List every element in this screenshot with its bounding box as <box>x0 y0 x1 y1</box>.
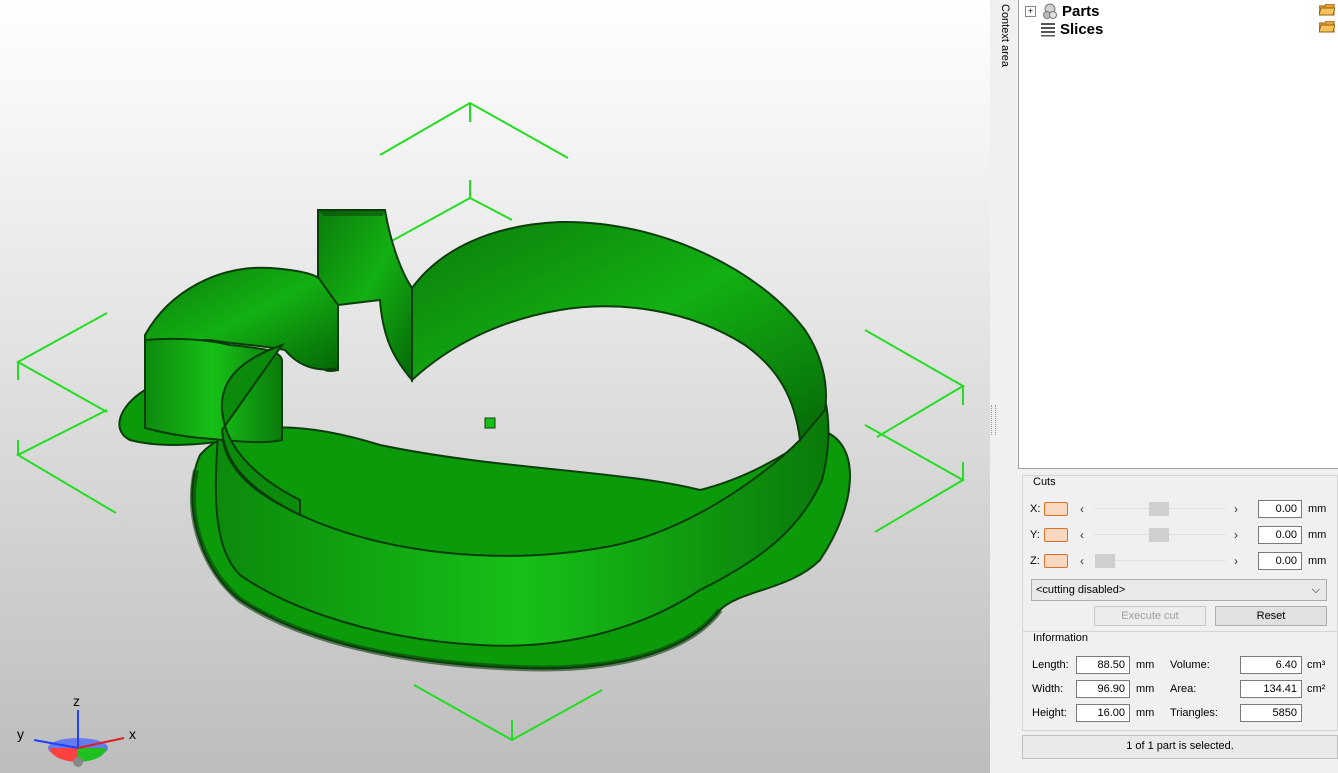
open-folder-icon[interactable] <box>1319 4 1335 16</box>
slider-thumb[interactable] <box>1095 554 1115 568</box>
chevron-right-icon[interactable]: › <box>1234 553 1238 569</box>
length-label: Length: <box>1032 659 1069 671</box>
volume-label: Volume: <box>1170 659 1210 671</box>
axis-label: X: <box>1030 503 1041 515</box>
slider-thumb[interactable] <box>1149 502 1169 516</box>
volume-value: 6.40 <box>1240 656 1302 674</box>
tree-item-label: Slices <box>1060 20 1104 38</box>
cutter-back-wall <box>411 220 827 443</box>
expand-icon[interactable]: + <box>1025 5 1036 17</box>
3d-viewport[interactable]: z x y <box>0 0 990 773</box>
parts-icon <box>1043 3 1057 19</box>
slider-thumb[interactable] <box>1149 528 1169 542</box>
information-title: Information <box>1030 632 1092 644</box>
height-unit: mm <box>1136 707 1155 719</box>
length-unit: mm <box>1136 659 1155 671</box>
triangles-label: Triangles: <box>1170 707 1218 719</box>
context-area-tab[interactable]: Context area <box>996 0 1018 773</box>
model-view: z x y <box>15 101 966 767</box>
length-value: 88.50 <box>1076 656 1130 674</box>
x-color-swatch[interactable] <box>1044 502 1068 516</box>
cutting-mode-select[interactable]: <cutting disabled> ⌵ <box>1031 579 1327 601</box>
area-label: Area: <box>1170 683 1197 695</box>
z-slider[interactable]: ‹ › <box>1080 553 1240 569</box>
tree-item-slices[interactable]: Slices <box>1040 20 1103 38</box>
height-value: 16.00 <box>1076 704 1130 722</box>
area-value: 134.41 <box>1240 680 1302 698</box>
reset-button[interactable]: Reset <box>1215 606 1327 626</box>
width-value: 96.90 <box>1076 680 1130 698</box>
y-unit: mm <box>1308 529 1327 541</box>
y-slider[interactable]: ‹ › <box>1080 527 1240 543</box>
cuts-title: Cuts <box>1030 476 1059 488</box>
chevron-left-icon[interactable]: ‹ <box>1080 501 1084 517</box>
pivot-marker <box>484 417 496 429</box>
axis-label: Y: <box>1030 529 1040 541</box>
cut-row-y: Y: ‹ › <box>1030 525 1240 545</box>
cut-row-x: X: ‹ › <box>1030 499 1240 519</box>
x-slider[interactable]: ‹ › <box>1080 501 1240 517</box>
x-unit: mm <box>1308 503 1327 515</box>
z-unit: mm <box>1308 555 1327 567</box>
z-color-swatch[interactable] <box>1044 554 1068 568</box>
chevron-right-icon[interactable]: › <box>1234 501 1238 517</box>
cutting-mode-value: <cutting disabled> <box>1036 584 1126 596</box>
gizmo-z-label: z <box>73 693 80 709</box>
cut-row-z: Z: ‹ › <box>1030 551 1240 571</box>
gizmo-y-label: y <box>17 726 24 742</box>
context-area-label: Context area <box>999 4 1011 67</box>
execute-cut-button[interactable]: Execute cut <box>1094 606 1206 626</box>
z-value-input[interactable]: 0.00 <box>1258 552 1302 570</box>
object-tree[interactable]: + Parts Slices <box>1018 0 1338 469</box>
axis-label: Z: <box>1030 555 1040 567</box>
volume-unit: cm³ <box>1307 659 1326 671</box>
chevron-right-icon[interactable]: › <box>1234 527 1238 543</box>
chevron-down-icon: ⌵ <box>1311 584 1320 596</box>
gizmo-x-label: x <box>129 726 136 742</box>
orientation-gizmo: z x y <box>17 693 136 767</box>
y-color-swatch[interactable] <box>1044 528 1068 542</box>
tree-item-label: Parts <box>1062 2 1100 20</box>
x-value-input[interactable]: 0.00 <box>1258 500 1302 518</box>
area-unit: cm² <box>1307 683 1326 695</box>
height-label: Height: <box>1032 707 1067 719</box>
selection-status: 1 of 1 part is selected. <box>1022 735 1338 759</box>
tree-item-parts[interactable]: + Parts <box>1025 2 1100 20</box>
open-folder-icon[interactable] <box>1319 21 1335 33</box>
slices-icon <box>1041 23 1055 37</box>
y-value-input[interactable]: 0.00 <box>1258 526 1302 544</box>
width-label: Width: <box>1032 683 1064 695</box>
width-unit: mm <box>1136 683 1155 695</box>
triangles-value: 5850 <box>1240 704 1302 722</box>
chevron-left-icon[interactable]: ‹ <box>1080 527 1084 543</box>
chevron-left-icon[interactable]: ‹ <box>1080 553 1084 569</box>
